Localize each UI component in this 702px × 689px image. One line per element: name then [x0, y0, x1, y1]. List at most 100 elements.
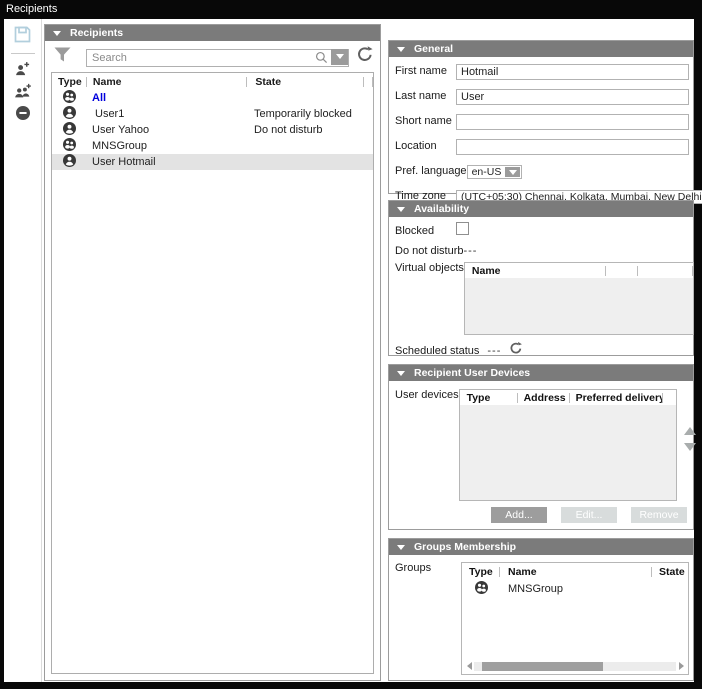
scheduled-status-value: ---	[487, 345, 501, 357]
pref-language-label: Pref. language	[395, 165, 467, 177]
add-user-button[interactable]	[11, 60, 35, 82]
short-name-label: Short name	[395, 115, 456, 127]
short-name-field[interactable]	[456, 114, 689, 130]
group-icon	[63, 138, 76, 154]
edit-device-button[interactable]: Edit...	[561, 507, 617, 523]
add-user-icon	[14, 60, 31, 82]
collapse-icon	[397, 371, 405, 376]
column-header-type[interactable]: Type	[462, 566, 499, 578]
arrow-right-icon	[679, 662, 684, 670]
group-row-mnsgroup[interactable]: MNSGroup	[462, 580, 688, 597]
search-box	[86, 48, 349, 66]
window-title: Recipients	[6, 1, 57, 19]
recipient-row-user1[interactable]: User1 Temporarily blocked	[52, 106, 373, 122]
recipients-panel-header[interactable]: Recipients	[45, 25, 380, 41]
search-row	[45, 41, 380, 71]
recipient-row-user-yahoo[interactable]: User Yahoo Do not disturb	[52, 122, 373, 138]
location-field[interactable]	[456, 139, 689, 155]
column-header-type[interactable]: Type	[460, 392, 517, 404]
first-name-field[interactable]	[456, 64, 689, 80]
general-section-title: General	[414, 43, 453, 55]
user-icon	[63, 106, 76, 122]
collapse-icon	[397, 207, 405, 212]
add-device-button[interactable]: Add...	[491, 507, 547, 523]
user-icon	[63, 154, 76, 170]
add-group-icon	[14, 82, 32, 104]
recipient-name: User Hotmail	[86, 156, 246, 168]
horizontal-scrollbar	[464, 660, 686, 672]
column-header-type[interactable]: Type	[52, 76, 86, 88]
recipient-row-mnsgroup[interactable]: MNSGroup	[52, 138, 373, 154]
scroll-left-button[interactable]	[464, 661, 474, 671]
column-header-name[interactable]: Name	[500, 566, 651, 578]
save-icon	[13, 25, 32, 49]
virtual-objects-table: Name	[464, 262, 694, 335]
scheduled-status-label: Scheduled status	[395, 345, 479, 357]
column-header-address[interactable]: Address	[518, 392, 569, 404]
availability-section-title: Availability	[414, 203, 469, 215]
group-icon	[63, 90, 76, 106]
column-separator[interactable]	[363, 77, 364, 87]
column-separator[interactable]	[637, 266, 638, 276]
arrow-left-icon	[467, 662, 472, 670]
left-toolbar	[4, 19, 42, 682]
scrollbar-track[interactable]	[474, 662, 676, 671]
collapse-icon	[397, 47, 405, 52]
column-separator[interactable]	[662, 393, 663, 403]
remove-icon	[15, 105, 31, 126]
groups-section-header[interactable]: Groups Membership	[389, 539, 693, 555]
column-header-preferred-delivery[interactable]: Preferred delivery se	[570, 392, 662, 404]
user-icon	[63, 122, 76, 138]
refresh-button[interactable]	[356, 45, 374, 68]
remove-button[interactable]	[11, 104, 35, 126]
filter-icon	[53, 46, 72, 68]
column-separator[interactable]	[372, 77, 373, 87]
remove-device-button[interactable]: Remove	[631, 507, 687, 523]
general-section-header[interactable]: General	[389, 41, 693, 57]
move-down-button[interactable]	[684, 443, 696, 451]
collapse-icon	[397, 545, 405, 550]
column-separator[interactable]	[605, 266, 606, 276]
last-name-field[interactable]	[456, 89, 689, 105]
groups-section-title: Groups Membership	[414, 541, 516, 553]
devices-section: Recipient User Devices User devices Type…	[388, 364, 694, 530]
refresh-icon	[356, 45, 374, 68]
add-group-button[interactable]	[11, 82, 35, 104]
save-button[interactable]	[11, 26, 35, 48]
scroll-right-button[interactable]	[676, 661, 686, 671]
main-content: Recipients Type Name State	[4, 19, 694, 682]
user-devices-table: Type Address Preferred delivery se	[459, 389, 677, 501]
move-up-button[interactable]	[684, 427, 696, 435]
recipient-row-user-hotmail[interactable]: User Hotmail	[52, 154, 373, 170]
column-header-state[interactable]: State	[247, 76, 363, 88]
availability-section-header[interactable]: Availability	[389, 201, 693, 217]
column-header-name[interactable]: Name	[87, 76, 246, 88]
app-window: Recipients Recipients	[0, 0, 702, 689]
devices-section-header[interactable]: Recipient User Devices	[389, 365, 693, 381]
recipient-row-all[interactable]: All	[52, 90, 373, 106]
recipient-state: Do not disturb	[246, 124, 373, 136]
dnd-value: ---	[463, 245, 689, 257]
scrollbar-thumb[interactable]	[482, 662, 603, 671]
recipient-name: User1	[86, 108, 246, 120]
filter-button[interactable]	[51, 46, 73, 68]
pref-language-select[interactable]: en-US	[467, 165, 523, 179]
devices-section-title: Recipient User Devices	[414, 367, 530, 379]
user-devices-table-body	[460, 405, 676, 500]
recipients-list-header: Type Name State	[52, 73, 373, 90]
column-header-name[interactable]: Name	[465, 265, 605, 277]
recipient-name: User Yahoo	[86, 124, 246, 136]
recipient-state: Temporarily blocked	[246, 108, 373, 120]
scheduled-refresh-button[interactable]	[509, 341, 523, 360]
column-separator[interactable]	[692, 266, 693, 276]
search-dropdown-button[interactable]	[331, 49, 348, 65]
recipient-name: MNSGroup	[86, 140, 246, 152]
column-header-state[interactable]: State	[652, 566, 688, 578]
recipients-list: Type Name State All User1 Temporarily bl…	[51, 72, 374, 674]
recipients-panel: Recipients Type Name State	[44, 24, 381, 681]
dropdown-button[interactable]	[505, 167, 520, 177]
last-name-label: Last name	[395, 90, 456, 102]
search-input[interactable]	[86, 49, 349, 67]
toolbar-divider	[11, 53, 35, 54]
blocked-checkbox[interactable]	[456, 222, 469, 235]
